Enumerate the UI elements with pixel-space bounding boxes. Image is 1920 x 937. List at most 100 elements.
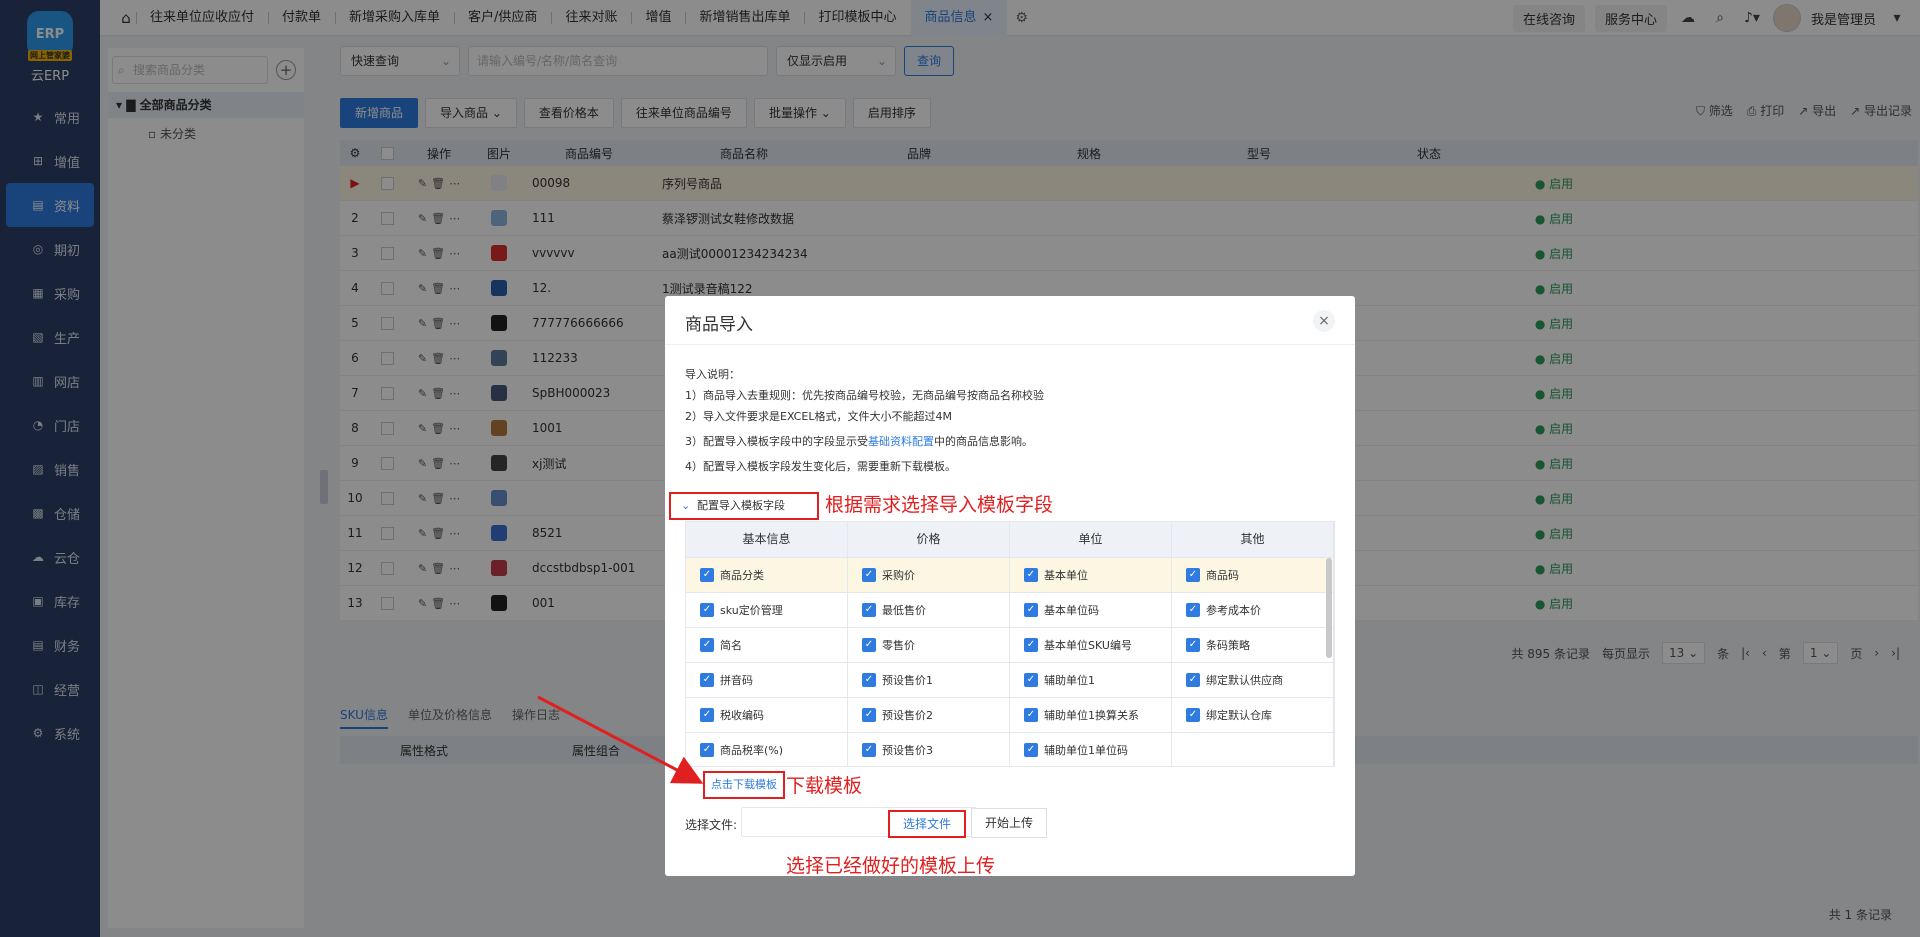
field-config-cell[interactable]: ✓ 辅助单位1单位码 <box>1010 733 1172 766</box>
checkbox-checked-icon[interactable]: ✓ <box>1186 568 1200 582</box>
checkbox-checked-icon[interactable]: ✓ <box>862 638 876 652</box>
annotation-download: 下载模板 <box>786 775 863 797</box>
field-column-header-1: 价格 <box>848 522 1010 557</box>
close-icon[interactable]: × <box>1313 310 1335 332</box>
field-label: 预设售价1 <box>882 674 933 687</box>
field-config-cell[interactable]: ✓ 绑定默认供应商 <box>1172 663 1334 697</box>
field-label: 基本单位码 <box>1044 604 1099 617</box>
field-config-cell[interactable]: ✓ 预设售价3 <box>848 733 1010 766</box>
field-label: 最低售价 <box>882 604 926 617</box>
field-config-row: ✓ 商品分类 ✓ 采购价 ✓ 基本单位 ✓ 商品码 <box>686 557 1334 592</box>
field-config-row: ✓ 简名 ✓ 零售价 ✓ 基本单位SKU编号 ✓ 条码策略 <box>686 627 1334 662</box>
dialog-divider <box>665 344 1355 345</box>
field-config-cell[interactable]: ✓ 基本单位码 <box>1010 593 1172 627</box>
field-label: sku定价管理 <box>720 604 783 617</box>
note-2: 2）导入文件要求是EXCEL格式，文件大小不能超过4M <box>685 410 952 423</box>
field-label: 基本单位 <box>1044 569 1088 582</box>
annotation-upload: 选择已经做好的模板上传 <box>786 855 996 877</box>
field-config-cell[interactable]: ✓ 采购价 <box>848 558 1010 592</box>
field-label: 辅助单位1换算关系 <box>1044 709 1139 722</box>
field-config-cell[interactable]: ✓ 基本单位 <box>1010 558 1172 592</box>
choose-file-button[interactable]: 选择文件 <box>888 810 966 838</box>
field-config-cell[interactable]: ✓ 商品税率(%) <box>686 733 848 766</box>
chevron-down-icon: ⌄ <box>681 499 691 512</box>
field-config-header: 基本信息 价格 单位 其他 <box>686 522 1334 557</box>
field-config-row: ✓ 税收编码 ✓ 预设售价2 ✓ 辅助单位1换算关系 ✓ 绑定默认仓库 <box>686 697 1334 732</box>
field-label: 商品码 <box>1206 569 1239 582</box>
checkbox-checked-icon[interactable]: ✓ <box>700 603 714 617</box>
field-label: 商品税率(%) <box>720 744 784 757</box>
checkbox-checked-icon[interactable]: ✓ <box>1024 568 1038 582</box>
checkbox-checked-icon[interactable]: ✓ <box>862 673 876 687</box>
checkbox-checked-icon[interactable]: ✓ <box>1024 673 1038 687</box>
checkbox-checked-icon[interactable]: ✓ <box>1186 708 1200 722</box>
field-config-cell[interactable]: ✓ 预设售价1 <box>848 663 1010 697</box>
field-label: 拼音码 <box>720 674 753 687</box>
field-config-cell[interactable]: ✓ 辅助单位1换算关系 <box>1010 698 1172 732</box>
field-label: 简名 <box>720 639 742 652</box>
checkbox-checked-icon[interactable]: ✓ <box>1186 638 1200 652</box>
field-config-cell[interactable]: ✓ 商品分类 <box>686 558 848 592</box>
field-config-cell[interactable]: ✓ 拼音码 <box>686 663 848 697</box>
field-label: 税收编码 <box>720 709 764 722</box>
import-dialog: 商品导入 × 导入说明： 1）商品导入去重规则：优先按商品编号校验，无商品编号按… <box>665 296 1355 876</box>
start-upload-button[interactable]: 开始上传 <box>971 808 1047 838</box>
config-template-fields-toggle[interactable]: ⌄ 配置导入模板字段 <box>669 492 819 520</box>
field-label: 辅助单位1 <box>1044 674 1095 687</box>
field-label: 条码策略 <box>1206 639 1250 652</box>
checkbox-checked-icon[interactable]: ✓ <box>700 673 714 687</box>
field-label: 辅助单位1单位码 <box>1044 744 1128 757</box>
field-config-body: ✓ 商品分类 ✓ 采购价 ✓ 基本单位 ✓ 商品码 ✓ sku定价管理 ✓ 最低售价 ✓ 基本单位码 ✓ 参考… <box>686 557 1334 766</box>
field-label: 参考成本价 <box>1206 604 1261 617</box>
field-column-header-3: 其他 <box>1172 522 1334 557</box>
checkbox-checked-icon[interactable]: ✓ <box>1186 673 1200 687</box>
field-config-cell[interactable]: ✓ 最低售价 <box>848 593 1010 627</box>
checkbox-checked-icon[interactable]: ✓ <box>1186 603 1200 617</box>
checkbox-checked-icon[interactable]: ✓ <box>1024 638 1038 652</box>
field-config-table: 基本信息 价格 单位 其他 ✓ 商品分类 ✓ 采购价 ✓ 基本单位 ✓ 商品码 ✓ sku定价管理 ✓ 最低… <box>685 521 1335 767</box>
checkbox-checked-icon[interactable]: ✓ <box>862 708 876 722</box>
field-config-cell[interactable]: ✓ sku定价管理 <box>686 593 848 627</box>
field-config-cell[interactable]: ✓ 辅助单位1 <box>1010 663 1172 697</box>
annotation-config: 根据需求选择导入模板字段 <box>825 494 1054 516</box>
checkbox-checked-icon[interactable]: ✓ <box>700 708 714 722</box>
checkbox-checked-icon[interactable]: ✓ <box>700 568 714 582</box>
checkbox-checked-icon[interactable]: ✓ <box>700 743 714 757</box>
field-column-header-2: 单位 <box>1010 522 1172 557</box>
field-config-cell[interactable]: ✓ 基本单位SKU编号 <box>1010 628 1172 662</box>
basic-config-link[interactable]: 基础资料配置 <box>868 435 934 448</box>
field-config-cell[interactable]: ✓ 零售价 <box>848 628 1010 662</box>
app-root: ERP 网上管家婆 云ERP ★ 常用 ⊞ 增值 ▤ 资料 ◎ 期初 ▦ 采购 ▧ 生产 ▥ 网店 ◔ 门店 ▨… <box>0 0 1920 937</box>
note-1: 1）商品导入去重规则：优先按商品编号校验，无商品编号按商品名称校验 <box>685 389 1044 402</box>
field-config-scrollbar[interactable] <box>1326 558 1332 658</box>
checkbox-checked-icon[interactable]: ✓ <box>862 603 876 617</box>
checkbox-checked-icon[interactable]: ✓ <box>700 638 714 652</box>
field-config-cell[interactable]: ✓ 税收编码 <box>686 698 848 732</box>
notes-title: 导入说明： <box>685 368 740 381</box>
note-3-suffix: 中的商品信息影响。 <box>934 435 1033 448</box>
field-config-row: ✓ sku定价管理 ✓ 最低售价 ✓ 基本单位码 ✓ 参考成本价 <box>686 592 1334 627</box>
checkbox-checked-icon[interactable]: ✓ <box>1024 708 1038 722</box>
field-config-cell[interactable]: ✓ 简名 <box>686 628 848 662</box>
field-label: 基本单位SKU编号 <box>1044 639 1132 652</box>
config-label: 配置导入模板字段 <box>697 499 785 512</box>
note-3-text: 3）配置导入模板字段中的字段显示受 <box>685 435 868 448</box>
checkbox-checked-icon[interactable]: ✓ <box>862 743 876 757</box>
file-label: 选择文件: <box>685 818 738 832</box>
field-config-cell[interactable]: ✓ 条码策略 <box>1172 628 1334 662</box>
field-config-cell[interactable]: ✓ 预设售价2 <box>848 698 1010 732</box>
field-config-cell[interactable]: ✓ 绑定默认仓库 <box>1172 698 1334 732</box>
note-3: 3）配置导入模板字段中的字段显示受基础资料配置中的商品信息影响。 <box>685 431 1044 452</box>
field-label: 绑定默认仓库 <box>1206 709 1272 722</box>
field-config-cell[interactable]: ✓ 商品码 <box>1172 558 1334 592</box>
checkbox-checked-icon[interactable]: ✓ <box>1024 743 1038 757</box>
download-template-link[interactable]: 点击下载模板 <box>703 771 785 799</box>
field-label: 零售价 <box>882 639 915 652</box>
field-column-header-0: 基本信息 <box>686 522 848 557</box>
field-config-row: ✓ 拼音码 ✓ 预设售价1 ✓ 辅助单位1 ✓ 绑定默认供应商 <box>686 662 1334 697</box>
field-label: 预设售价3 <box>882 744 933 757</box>
field-label: 绑定默认供应商 <box>1206 674 1283 687</box>
checkbox-checked-icon[interactable]: ✓ <box>1024 603 1038 617</box>
field-config-cell[interactable]: ✓ 参考成本价 <box>1172 593 1334 627</box>
checkbox-checked-icon[interactable]: ✓ <box>862 568 876 582</box>
